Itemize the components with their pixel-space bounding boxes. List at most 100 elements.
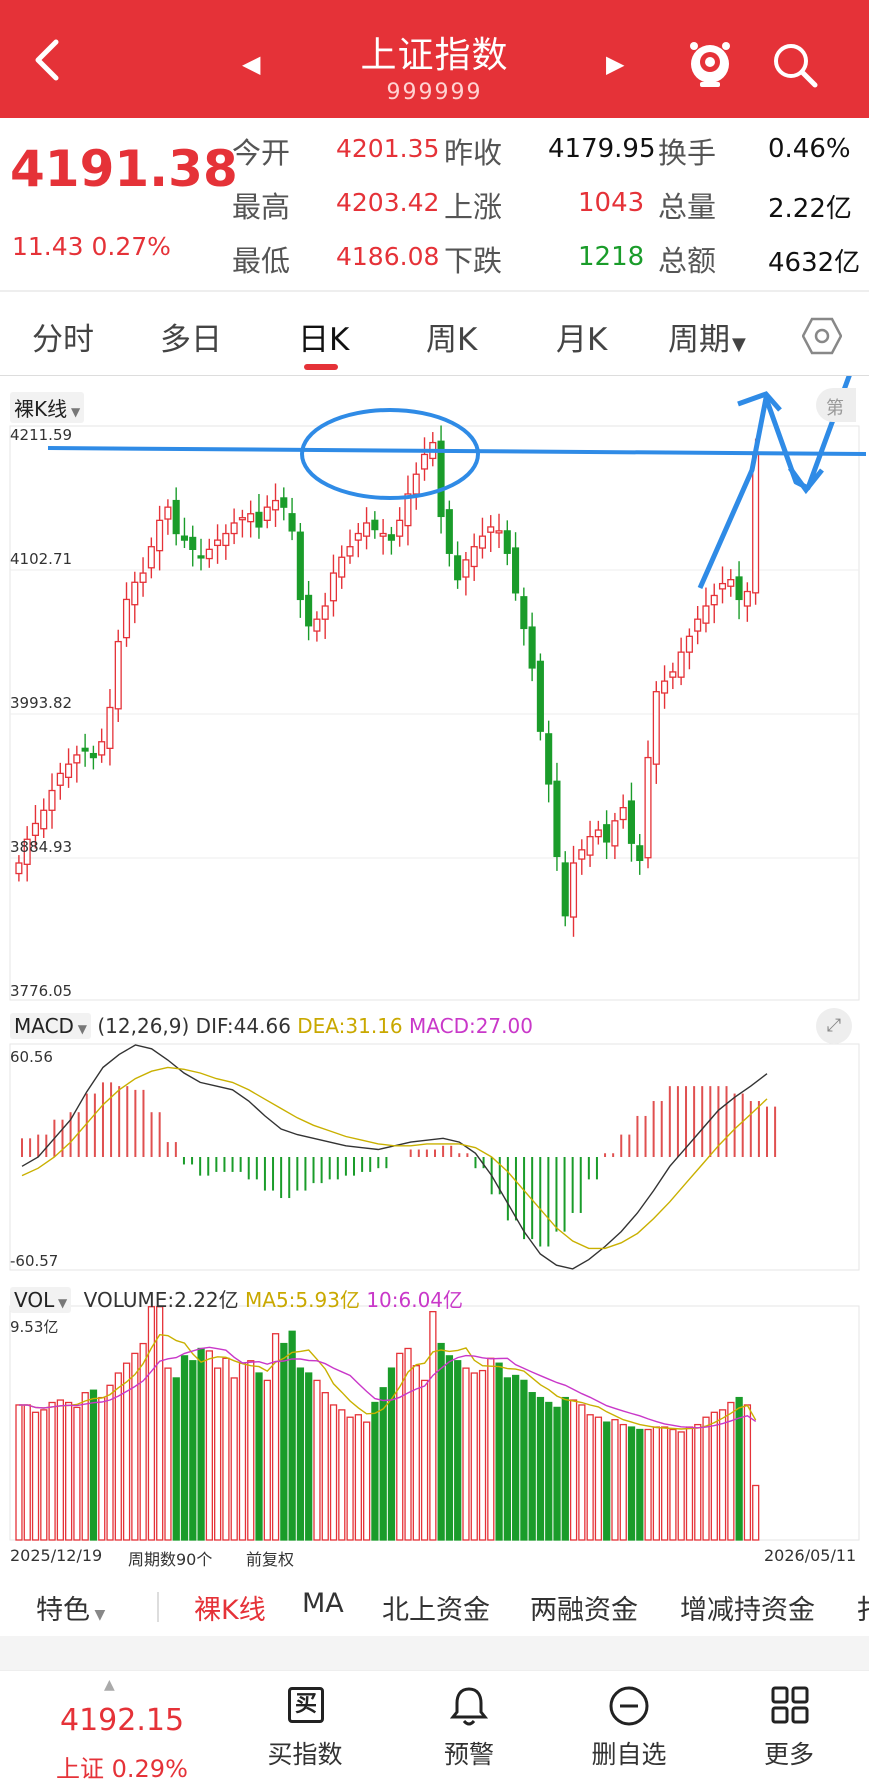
candle-body: [205, 548, 213, 560]
index-price[interactable]: 4192.15: [60, 1703, 184, 1738]
macd-dea-line: [21, 1066, 768, 1250]
tab-margin[interactable]: 两融资金: [530, 1588, 638, 1627]
macd-dea: DEA:31.16: [297, 1014, 403, 1038]
candle-body: [363, 522, 371, 537]
macd-dif-line: [21, 1044, 768, 1270]
volume-bar: [536, 1396, 545, 1541]
tab-intraday[interactable]: 分时: [32, 314, 94, 359]
candle-body: [313, 618, 321, 632]
quote-value: 1218: [578, 242, 645, 272]
volume-bar: [586, 1414, 594, 1541]
tab-ma[interactable]: MA: [302, 1588, 344, 1619]
candle-body: [56, 772, 64, 786]
candle-body: [387, 534, 395, 541]
volume-bar: [752, 1484, 760, 1541]
candle-body: [280, 497, 288, 508]
remove-watchlist-label: 删自选: [591, 1740, 667, 1769]
macd-dropdown[interactable]: MACD ▼: [10, 1013, 91, 1039]
volume-bar: [578, 1404, 586, 1541]
volume-bar: [520, 1379, 528, 1541]
volume-bar: [98, 1396, 106, 1541]
volume-bar: [553, 1406, 561, 1541]
volume-bar: [694, 1423, 702, 1541]
tab-more-cut[interactable]: 扌: [856, 1588, 869, 1627]
candle-body: [338, 556, 346, 578]
volume-bar: [296, 1367, 305, 1541]
volume-bar: [15, 1404, 23, 1541]
candle-body: [478, 535, 486, 549]
volume-bar: [56, 1399, 64, 1541]
tab-weekly-k[interactable]: 周K: [426, 314, 477, 359]
candle-body: [503, 530, 511, 554]
candle-body: [735, 576, 743, 601]
candle-body: [263, 506, 271, 521]
tab-daily-k[interactable]: 日K: [298, 314, 349, 359]
quote-value: 4203.42: [336, 188, 440, 217]
alert-button[interactable]: 预警: [414, 1675, 524, 1769]
tab-feature[interactable]: 特色 ▼: [36, 1588, 105, 1627]
candle-body: [454, 555, 462, 581]
kline-chart-area[interactable]: [0, 376, 869, 1576]
volume-bar: [412, 1365, 420, 1541]
bottom-nav: ▲ 4192.15 上证 0.29% 买 买指数 预警 删自选 更多: [0, 1670, 869, 1783]
quote-value: 4632亿: [768, 248, 861, 278]
candle-body: [702, 605, 710, 624]
volume-bar: [106, 1384, 114, 1541]
tab-monthly-k[interactable]: 月K: [556, 314, 607, 359]
candle-body: [156, 519, 164, 552]
volume-bar: [305, 1372, 313, 1541]
volume-bar: [156, 1306, 164, 1541]
volume-bar: [470, 1372, 478, 1541]
expand-icon[interactable]: ⤢: [816, 1008, 852, 1044]
volume-bar: [652, 1426, 660, 1541]
quote-value: 1043: [578, 188, 645, 218]
volume-bar: [462, 1367, 470, 1541]
period-count: 周期数90个: [128, 1550, 213, 1569]
candle-body: [462, 559, 470, 578]
spacer: [0, 1636, 869, 1670]
volume-bar: [338, 1409, 346, 1541]
macd-dif: DIF:44.66: [195, 1014, 291, 1038]
candle-body: [321, 605, 329, 620]
tab-northbound[interactable]: 北上资金: [382, 1588, 490, 1627]
candle-body: [685, 635, 693, 653]
tab-feature-label: 特色: [36, 1595, 90, 1626]
volume-bar: [371, 1401, 379, 1541]
candle-body: [545, 733, 553, 785]
more-label: 更多: [763, 1740, 814, 1769]
volume-bar: [661, 1426, 669, 1541]
kline-mode-dropdown[interactable]: 裸K线 ▼: [10, 392, 85, 423]
remove-watchlist-button[interactable]: 删自选: [574, 1675, 684, 1769]
volume-bar: [238, 1362, 247, 1541]
quote-label: 今开: [232, 136, 291, 170]
vol-dropdown[interactable]: VOL ▼: [10, 1287, 72, 1313]
more-button[interactable]: 更多: [734, 1675, 844, 1769]
candle-body: [611, 820, 619, 847]
settings-hexagon-icon[interactable]: [802, 316, 842, 356]
volume-bar: [420, 1379, 429, 1541]
candle-body: [81, 747, 89, 752]
tab-period-dropdown[interactable]: 周期 ▼: [668, 314, 746, 359]
right-panel-toggle[interactable]: 第: [816, 388, 856, 422]
robot-icon[interactable]: [686, 40, 734, 90]
macd-header: MACD ▼ (12,26,9) DIF:44.66 DEA:31.16 MAC…: [10, 1013, 533, 1039]
volume-bar: [131, 1352, 139, 1541]
y-tick-label: 3993.82: [10, 694, 73, 712]
search-icon[interactable]: [770, 40, 820, 90]
tab-naked-k[interactable]: 裸K线: [194, 1588, 266, 1627]
candle-body: [131, 581, 139, 606]
triangle-right-icon[interactable]: ▶: [606, 50, 624, 78]
tab-multiday[interactable]: 多日: [160, 314, 222, 359]
candle-body: [65, 763, 73, 778]
buy-index-button[interactable]: 买 买指数: [250, 1675, 360, 1769]
volume-bar: [180, 1355, 189, 1541]
macd-value: MACD:27.00: [409, 1014, 533, 1038]
volume-bar: [727, 1401, 735, 1541]
candle-body: [412, 473, 420, 495]
volume-bar: [189, 1360, 197, 1541]
candle-body: [619, 807, 627, 821]
caret-down-icon: ▼: [732, 334, 746, 355]
candle-body: [470, 546, 478, 568]
tab-holdings-change[interactable]: 增减持资金: [680, 1588, 815, 1627]
alert-label: 预警: [443, 1740, 494, 1769]
